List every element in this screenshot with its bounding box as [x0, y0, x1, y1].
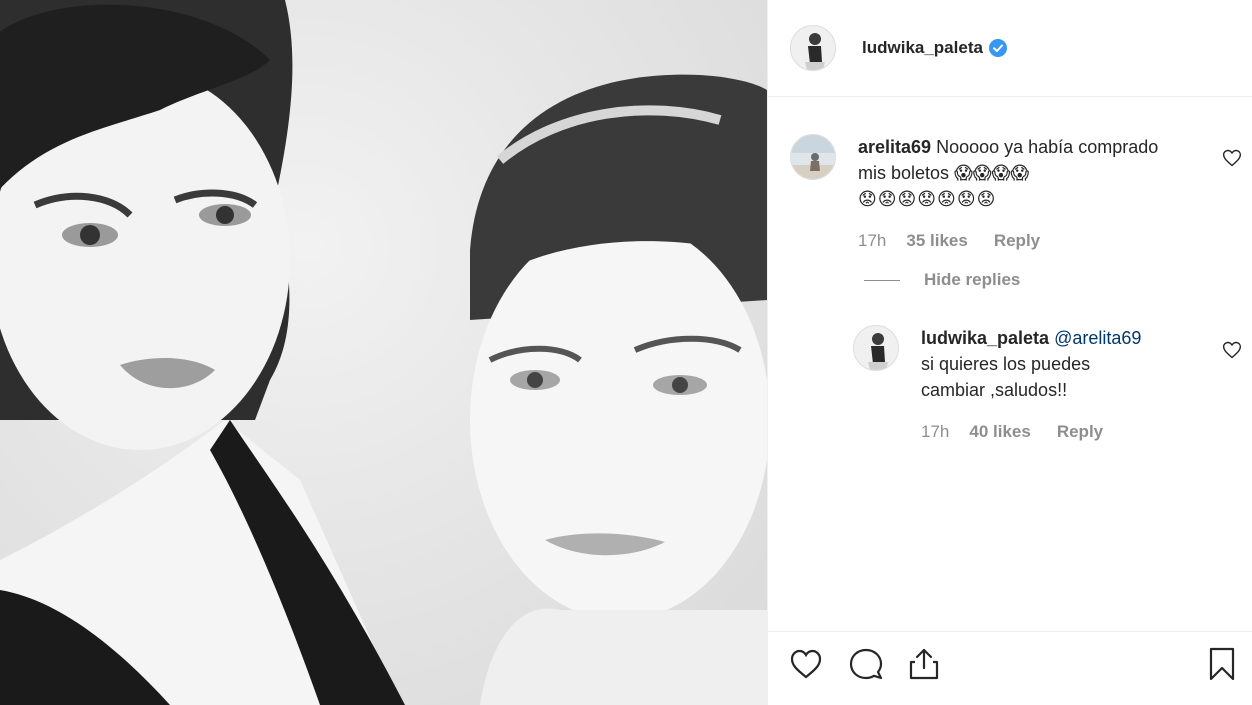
commenter-avatar[interactable] — [790, 134, 836, 180]
post-side-panel: ludwika_paleta arelita69 Nooooo ya había… — [767, 0, 1252, 705]
reply-meta: 17h 40 likes Reply — [921, 419, 1191, 445]
post-action-bar — [768, 631, 1252, 705]
hide-replies-line — [864, 279, 900, 281]
comment-like-heart-icon[interactable] — [1222, 148, 1242, 168]
left-woman — [0, 0, 405, 705]
share-icon — [909, 648, 939, 680]
comment-username[interactable]: arelita69 — [858, 137, 931, 157]
reply-reply-button[interactable]: Reply — [1057, 419, 1103, 445]
hide-replies-label: Hide replies — [924, 270, 1021, 289]
verified-badge-icon — [988, 39, 1007, 57]
comment: arelita69 Nooooo ya había comprado mis b… — [790, 134, 1178, 254]
reply-text-line1: si quieres los puedes — [921, 354, 1091, 374]
reply-text-block: ludwika_paleta @arelita69 si quieres los… — [921, 325, 1191, 403]
post-header: ludwika_paleta — [768, 0, 1252, 97]
reply-text-line2: cambiar ,saludos!! — [921, 380, 1068, 400]
right-woman — [470, 74, 767, 705]
comment-emoji-row: 😟😟😟😟😟😟😟 — [858, 189, 997, 209]
reply-like-heart-icon[interactable] — [1222, 340, 1242, 360]
instagram-post: ludwika_paleta arelita69 Nooooo ya había… — [0, 0, 1252, 705]
reply-username[interactable]: ludwika_paleta — [921, 328, 1049, 348]
comment-reply-button[interactable]: Reply — [994, 228, 1040, 254]
comment-meta: 17h 35 likes Reply — [858, 228, 1178, 254]
comment-button[interactable] — [848, 646, 884, 682]
hide-replies-button[interactable]: Hide replies — [864, 270, 1020, 290]
comment-icon — [849, 648, 883, 680]
comment-emoji: 😱😱😱😱 — [954, 163, 1030, 183]
post-author-avatar[interactable] — [790, 25, 836, 71]
post-photo[interactable] — [0, 0, 767, 705]
post-author-username[interactable]: ludwika_paleta — [862, 38, 983, 58]
reply-body: ludwika_paleta @arelita69 si quieres los… — [921, 325, 1191, 445]
comment-text-block: arelita69 Nooooo ya había comprado mis b… — [858, 134, 1178, 212]
save-button[interactable] — [1204, 646, 1240, 682]
reply-comment: ludwika_paleta @arelita69 si quieres los… — [853, 325, 1191, 445]
reply-likes[interactable]: 40 likes — [969, 419, 1030, 445]
bookmark-icon — [1209, 647, 1235, 681]
comment-likes[interactable]: 35 likes — [906, 228, 967, 254]
heart-icon — [790, 649, 822, 679]
photo-illustration — [0, 0, 767, 705]
comment-body: arelita69 Nooooo ya había comprado mis b… — [858, 134, 1178, 254]
reply-author-avatar[interactable] — [853, 325, 899, 371]
comment-time[interactable]: 17h — [858, 228, 886, 254]
reply-time[interactable]: 17h — [921, 419, 949, 445]
reply-mention[interactable]: @arelita69 — [1054, 328, 1141, 348]
like-button[interactable] — [788, 646, 824, 682]
comments-fade — [928, 460, 1178, 474]
share-button[interactable] — [906, 646, 942, 682]
